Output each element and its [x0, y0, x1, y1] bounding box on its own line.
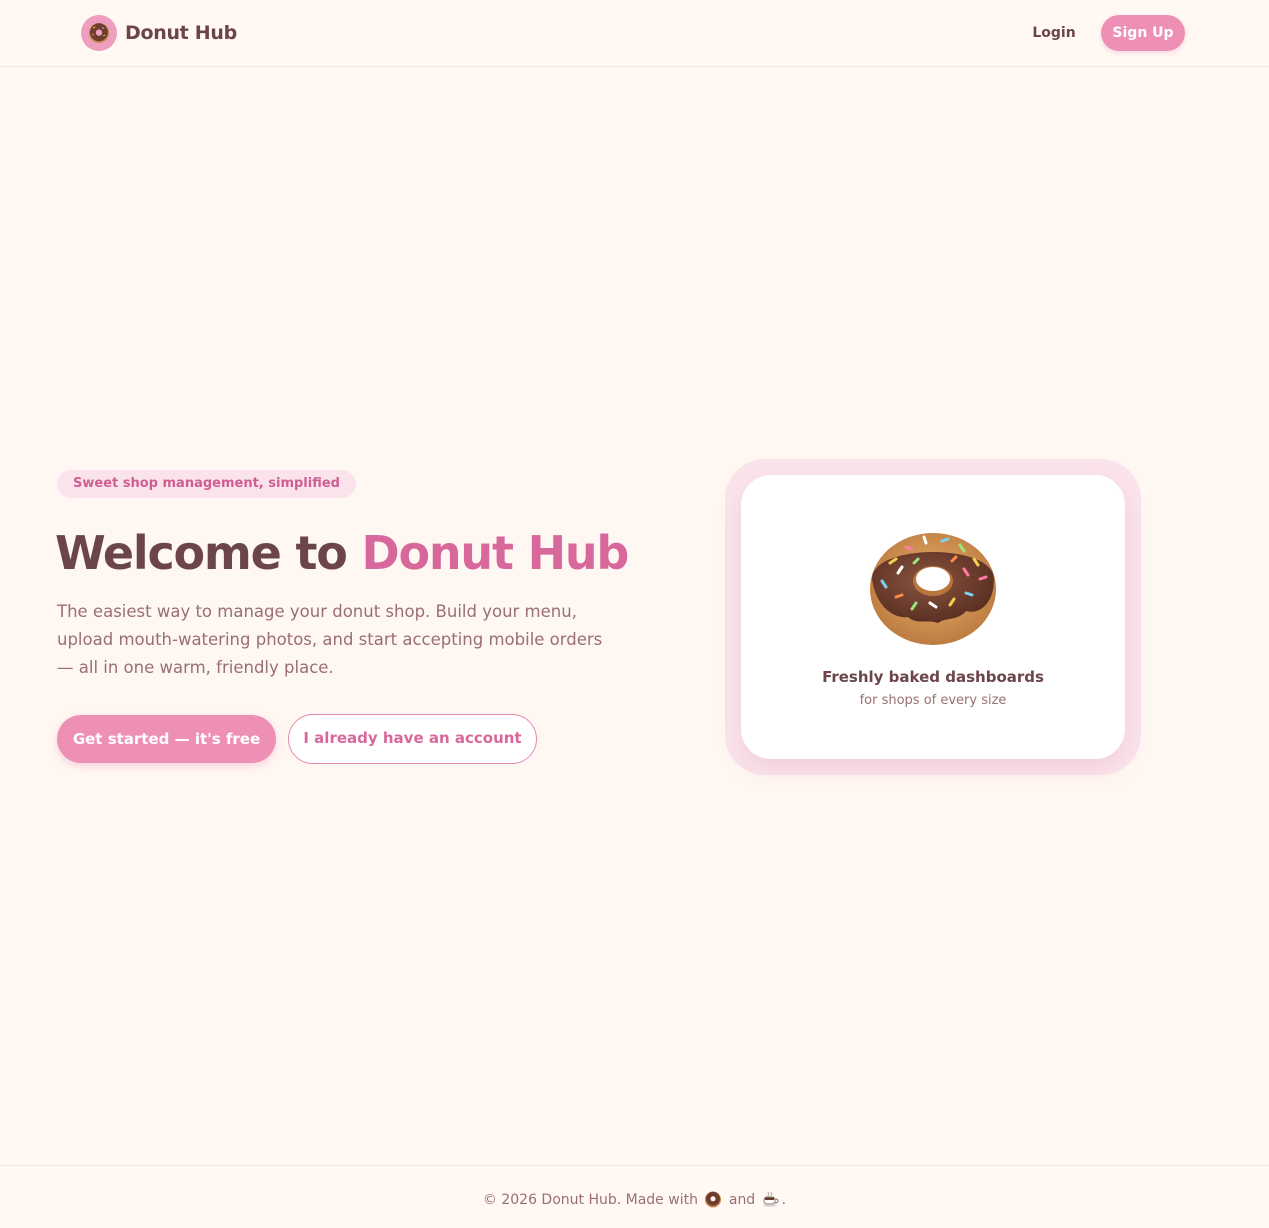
feature-card: Freshly baked dashboards for shops of ev… — [741, 475, 1125, 759]
signup-button[interactable]: Sign Up — [1101, 15, 1185, 51]
footer-text: © 2026 Donut Hub. Made with and . — [0, 1190, 1269, 1208]
login-link[interactable]: Login — [1023, 22, 1085, 44]
get-started-button[interactable]: Get started — it's free — [57, 715, 276, 763]
coffee-icon — [762, 1191, 779, 1207]
card-subtitle: for shops of every size — [859, 693, 1007, 708]
hero-title-prefix: Welcome to — [55, 526, 362, 580]
existing-account-button[interactable]: I already have an account — [288, 714, 537, 764]
hero-title-accent: Donut Hub — [361, 526, 630, 580]
footer: © 2026 Donut Hub. Made with and . — [0, 1165, 1269, 1228]
donut-icon — [705, 1191, 722, 1208]
brand-name: Donut Hub — [125, 22, 237, 44]
brand-logo-donut-icon — [81, 15, 117, 51]
top-nav: Donut Hub Login Sign Up — [0, 0, 1269, 67]
footer-and: and — [728, 1192, 760, 1208]
footer-period: . — [781, 1192, 787, 1208]
footer-copyright: © 2026 Donut Hub. Made with — [482, 1192, 703, 1208]
donut-icon — [870, 533, 996, 645]
card-title: Freshly baked dashboards — [822, 668, 1044, 686]
landing-page: Donut Hub Login Sign Up Sweet shop manag… — [0, 0, 1269, 1228]
hero-title: Welcome to Donut Hub — [55, 524, 675, 582]
brand[interactable]: Donut Hub — [81, 15, 237, 51]
tagline-badge: Sweet shop management, simplified — [57, 470, 356, 498]
hero-description: The easiest way to manage your donut sho… — [57, 602, 603, 677]
